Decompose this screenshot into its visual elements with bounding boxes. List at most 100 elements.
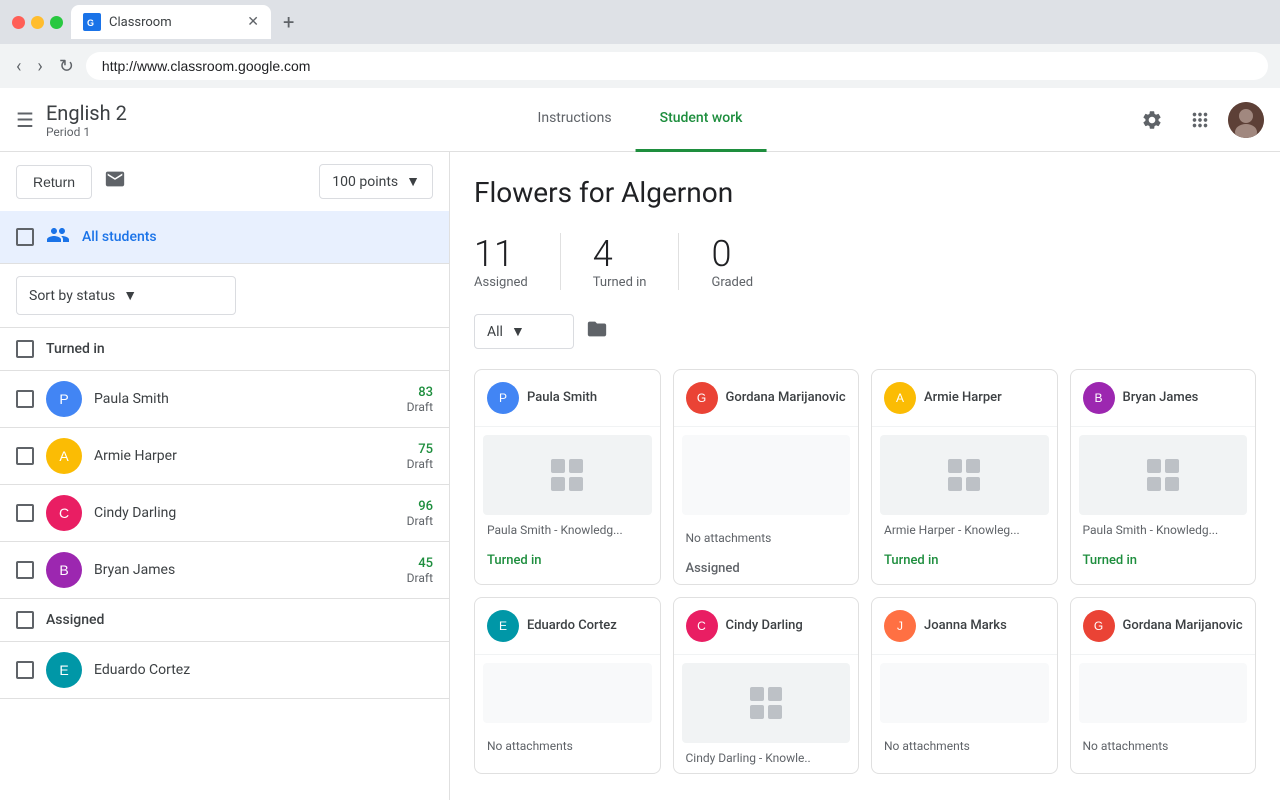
tab-instructions[interactable]: Instructions bbox=[514, 88, 636, 152]
sort-dropdown[interactable]: Sort by status ▼ bbox=[16, 276, 236, 315]
cindy-grade-col: 96 Draft bbox=[407, 499, 433, 528]
card-status-gordana: Assigned bbox=[674, 553, 859, 584]
card-header: A Armie Harper bbox=[872, 370, 1057, 427]
app: ☰ English 2 Period 1 Instructions Studen… bbox=[0, 88, 1280, 800]
card-file-eduardo: No attachments bbox=[475, 731, 660, 761]
stats-row: 11 Assigned 4 Turned in 0 Graded bbox=[474, 233, 1256, 290]
user-avatar[interactable] bbox=[1228, 102, 1264, 138]
card-gordana2[interactable]: G Gordana Marijanovic No attachments bbox=[1070, 597, 1257, 774]
card-avatar-gordana: G bbox=[686, 382, 718, 414]
card-avatar-bryan: B bbox=[1083, 382, 1115, 414]
card-header: P Paula Smith bbox=[475, 370, 660, 427]
card-thumbnail-paula bbox=[483, 435, 652, 515]
card-header: B Bryan James bbox=[1071, 370, 1256, 427]
assigned-checkbox[interactable] bbox=[16, 611, 34, 629]
student-row[interactable]: A Armie Harper 75 Draft bbox=[0, 428, 449, 485]
all-students-checkbox[interactable] bbox=[16, 228, 34, 246]
card-paula[interactable]: P Paula Smith Paula Smith - Knowledg... … bbox=[474, 369, 661, 585]
armie-checkbox[interactable] bbox=[16, 447, 34, 465]
turned-in-label: Turned in bbox=[46, 341, 105, 357]
cindy-checkbox[interactable] bbox=[16, 504, 34, 522]
right-panel: Flowers for Algernon 11 Assigned 4 Turne… bbox=[450, 152, 1280, 800]
card-header: G Gordana Marijanovic bbox=[1071, 598, 1256, 655]
apps-button[interactable] bbox=[1180, 100, 1220, 140]
card-joanna[interactable]: J Joanna Marks No attachments bbox=[871, 597, 1058, 774]
window-controls bbox=[12, 16, 63, 29]
card-name-joanna: Joanna Marks bbox=[924, 618, 1007, 635]
turned-in-checkbox[interactable] bbox=[16, 340, 34, 358]
bryan-checkbox[interactable] bbox=[16, 561, 34, 579]
card-name-gordana: Gordana Marijanovic bbox=[726, 390, 846, 407]
doc-grid-icon bbox=[551, 459, 583, 491]
tab-favicon: G bbox=[83, 13, 101, 31]
points-dropdown[interactable]: 100 points ▼ bbox=[319, 164, 433, 199]
tab-close-icon[interactable]: ✕ bbox=[247, 14, 259, 30]
main-content: Return 100 points ▼ All students bbox=[0, 152, 1280, 800]
doc-grid-icon bbox=[1147, 459, 1179, 491]
card-name-cindy: Cindy Darling bbox=[726, 618, 803, 635]
card-cindy[interactable]: C Cindy Darling Cindy Darling - Knowle.. bbox=[673, 597, 860, 774]
email-icon[interactable] bbox=[104, 168, 126, 195]
filter-dropdown[interactable]: All ▼ bbox=[474, 314, 574, 349]
student-row[interactable]: C Cindy Darling 96 Draft bbox=[0, 485, 449, 542]
card-avatar-eduardo: E bbox=[487, 610, 519, 642]
refresh-button[interactable]: ↻ bbox=[55, 52, 78, 81]
bryan-name: Bryan James bbox=[94, 562, 395, 578]
student-row[interactable]: B Bryan James 45 Draft bbox=[0, 542, 449, 599]
card-header: C Cindy Darling bbox=[674, 598, 859, 655]
card-bryan[interactable]: B Bryan James Paula Smith - Knowledg... … bbox=[1070, 369, 1257, 585]
armie-grade-col: 75 Draft bbox=[407, 442, 433, 471]
panel-top: Return 100 points ▼ bbox=[0, 152, 449, 211]
armie-name: Armie Harper bbox=[94, 448, 395, 464]
paula-checkbox[interactable] bbox=[16, 390, 34, 408]
forward-button[interactable]: › bbox=[33, 52, 46, 81]
stat-assigned: 11 Assigned bbox=[474, 233, 561, 290]
card-gordana[interactable]: G Gordana Marijanovic No attachments Ass… bbox=[673, 369, 860, 585]
card-file-joanna: No attachments bbox=[872, 731, 1057, 761]
card-file-cindy: Cindy Darling - Knowle.. bbox=[674, 751, 859, 773]
close-button[interactable] bbox=[12, 16, 25, 29]
bryan-status: Draft bbox=[407, 571, 433, 585]
class-period: Period 1 bbox=[46, 125, 127, 139]
new-tab-button[interactable]: + bbox=[283, 10, 294, 34]
return-button[interactable]: Return bbox=[16, 165, 92, 199]
turned-in-label-stat: Turned in bbox=[593, 275, 647, 290]
address-bar[interactable] bbox=[86, 52, 1268, 80]
doc-grid-icon bbox=[948, 459, 980, 491]
paula-grade-col: 83 Draft bbox=[407, 385, 433, 414]
settings-button[interactable] bbox=[1132, 100, 1172, 140]
card-avatar-cindy: C bbox=[686, 610, 718, 642]
minimize-button[interactable] bbox=[31, 16, 44, 29]
card-thumbnail-eduardo bbox=[483, 663, 652, 723]
all-students-row[interactable]: All students bbox=[0, 211, 449, 264]
svg-text:G: G bbox=[87, 18, 94, 28]
dropdown-arrow-icon: ▼ bbox=[406, 173, 420, 190]
eduardo-name: Eduardo Cortez bbox=[94, 662, 433, 678]
card-avatar-armie: A bbox=[884, 382, 916, 414]
card-file-gordana: No attachments bbox=[674, 523, 859, 553]
card-name-gordana2: Gordana Marijanovic bbox=[1123, 618, 1243, 635]
card-eduardo[interactable]: E Eduardo Cortez No attachments bbox=[474, 597, 661, 774]
graded-number: 0 bbox=[711, 233, 753, 275]
bryan-avatar: B bbox=[46, 552, 82, 588]
cindy-grade: 96 bbox=[418, 499, 433, 514]
turned-in-students: P Paula Smith 83 Draft A Armie Harper bbox=[0, 371, 449, 599]
folder-icon[interactable] bbox=[586, 318, 608, 345]
stat-turned-in: 4 Turned in bbox=[593, 233, 680, 290]
browser-tab[interactable]: G Classroom ✕ bbox=[71, 5, 271, 39]
eduardo-checkbox[interactable] bbox=[16, 661, 34, 679]
all-students-label[interactable]: All students bbox=[82, 229, 157, 245]
card-file-gordana2: No attachments bbox=[1071, 731, 1256, 761]
student-row[interactable]: E Eduardo Cortez bbox=[0, 642, 449, 699]
header-actions bbox=[1132, 100, 1264, 140]
header-tabs: Instructions Student work bbox=[514, 88, 767, 152]
menu-icon[interactable]: ☰ bbox=[16, 108, 34, 132]
sort-arrow-icon: ▼ bbox=[123, 287, 137, 304]
student-row[interactable]: P Paula Smith 83 Draft bbox=[0, 371, 449, 428]
tab-student-work[interactable]: Student work bbox=[636, 88, 767, 152]
cards-grid: P Paula Smith Paula Smith - Knowledg... … bbox=[474, 369, 1256, 774]
maximize-button[interactable] bbox=[50, 16, 63, 29]
back-button[interactable]: ‹ bbox=[12, 52, 25, 81]
assigned-section-header: Assigned bbox=[0, 599, 449, 642]
card-armie[interactable]: A Armie Harper Armie Harper - Knowleg...… bbox=[871, 369, 1058, 585]
